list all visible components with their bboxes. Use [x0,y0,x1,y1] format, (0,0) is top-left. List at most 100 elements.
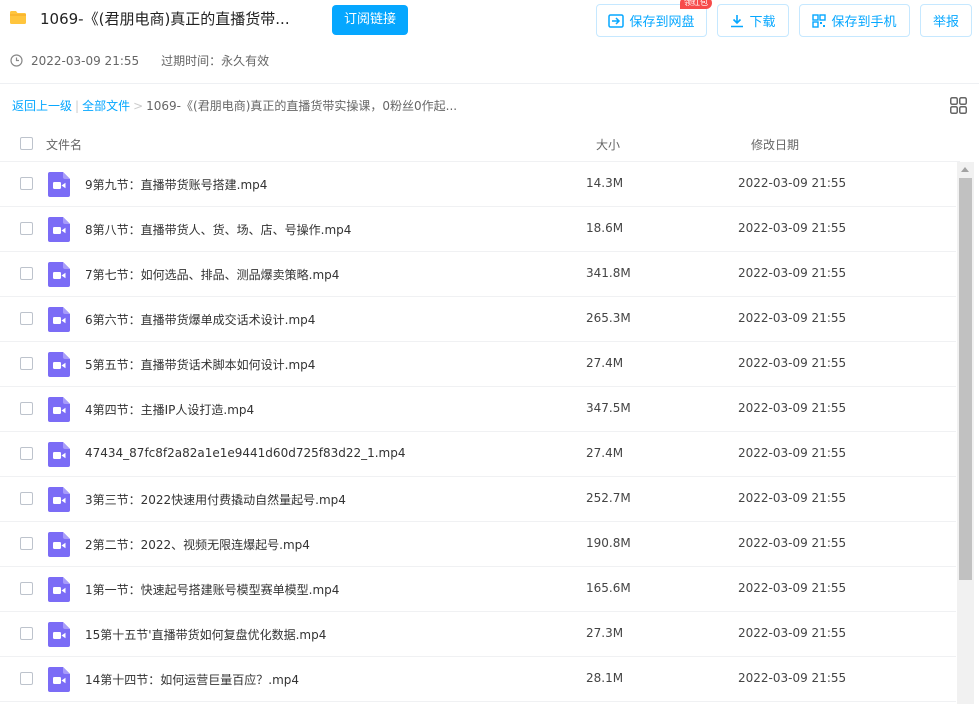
file-size: 27.4M [586,446,624,460]
file-row[interactable]: 47434_87fc8f2a82a1e1e9441d60d725f83d22_1… [0,432,956,477]
row-checkbox[interactable] [20,537,33,550]
file-name[interactable]: 47434_87fc8f2a82a1e1e9441d60d725f83d22_1… [85,446,406,460]
file-date: 2022-03-09 21:55 [738,536,847,550]
file-name[interactable]: 15第十五节'直播带货如何复盘优化数据.mp4 [85,626,326,643]
video-file-icon [48,487,70,512]
table-header: 文件名 大小 修改日期 [0,124,960,162]
column-size[interactable]: 大小 [596,136,620,153]
column-name[interactable]: 文件名 [46,136,82,153]
file-date: 2022-03-09 21:55 [738,356,847,370]
clock-icon [10,54,23,67]
save-to-phone-label: 保存到手机 [831,15,897,30]
row-checkbox[interactable] [20,447,33,460]
video-file-icon [48,262,70,287]
download-button[interactable]: 下载 [717,4,789,37]
subscribe-button[interactable]: 订阅链接 [332,5,408,35]
file-date: 2022-03-09 21:55 [738,221,847,235]
file-size: 14.3M [586,176,624,190]
video-file-icon [48,307,70,332]
row-checkbox[interactable] [20,582,33,595]
file-row[interactable]: 8第八节：直播带货人、货、场、店、号操作.mp4 18.6M 2022-03-09 … [0,207,956,252]
save-to-phone-button[interactable]: 保存到手机 [799,4,910,37]
file-row[interactable]: 14第十四节：如何运营巨量百应？.mp4 28.1M 2022-03-09 21:5… [0,657,956,702]
scroll-up-arrow-icon[interactable] [961,167,969,172]
file-date: 2022-03-09 21:55 [738,311,847,325]
video-file-icon [48,397,70,422]
download-icon [731,14,744,27]
file-date: 2022-03-09 21:55 [738,176,847,190]
file-size: 27.4M [586,356,624,370]
share-time: 2022-03-09 21:55 [31,53,140,68]
grid-view-icon[interactable] [950,97,967,114]
report-button[interactable]: 举报 [920,4,972,37]
scrollbar-thumb[interactable] [959,178,972,580]
file-name[interactable]: 8第八节：直播带货人、货、场、店、号操作.mp4 [85,221,351,238]
download-label: 下载 [749,15,776,30]
file-name[interactable]: 7第七节：如何选品、排品、测品爆卖策略.mp4 [85,266,339,283]
row-checkbox[interactable] [20,177,33,190]
expire-text: 过期时间：永久有效 [161,54,270,68]
video-file-icon [48,217,70,242]
breadcrumb-all-files[interactable]: 全部文件 [82,97,130,114]
file-date: 2022-03-09 21:55 [738,266,847,280]
file-name[interactable]: 9第九节：直播带货账号搭建.mp4 [85,176,267,193]
file-name[interactable]: 3第三节：2022快速用付费撬动自然量起号.mp4 [85,491,346,508]
file-size: 28.1M [586,671,624,685]
file-date: 2022-03-09 21:55 [738,626,847,640]
file-date: 2022-03-09 21:55 [738,581,847,595]
breadcrumb-divider: | [75,98,80,113]
row-checkbox[interactable] [20,357,33,370]
file-row[interactable]: 7第七节：如何选品、排品、测品爆卖策略.mp4 341.8M 2022-03-09 … [0,252,956,297]
file-row[interactable]: 9第九节：直播带货账号搭建.mp4 14.3M 2022-03-09 21:55 [0,162,956,207]
file-name[interactable]: 14第十四节：如何运营巨量百应？.mp4 [85,671,299,688]
file-name[interactable]: 1第一节：快速起号搭建账号模型赛单模型.mp4 [85,581,339,598]
file-size: 27.3M [586,626,624,640]
file-row[interactable]: 15第十五节'直播带货如何复盘优化数据.mp4 27.3M 2022-03-09 2… [0,612,956,657]
file-date: 2022-03-09 21:55 [738,671,847,685]
row-checkbox[interactable] [20,267,33,280]
breadcrumb-current: 1069-《(君朋电商)真正的直播货带实操课，0粉丝0作起... [146,99,458,113]
save-disk-icon [608,13,625,28]
share-title: 1069-《(君朋电商)真正的直播货带... [40,10,290,28]
file-row[interactable]: 3第三节：2022快速用付费撬动自然量起号.mp4 252.7M 2022-03-0… [0,477,956,522]
video-file-icon [48,442,70,467]
file-name[interactable]: 4第四节：主播IP人设打造.mp4 [85,401,254,418]
row-checkbox[interactable] [20,222,33,235]
file-date: 2022-03-09 21:55 [738,491,847,505]
video-file-icon [48,172,70,197]
file-size: 18.6M [586,221,624,235]
file-date: 2022-03-09 21:55 [738,401,847,415]
file-name[interactable]: 6第六节：直播带货爆单成交话术设计.mp4 [85,311,315,328]
file-row[interactable]: 5第五节：直播带货话术脚本如何设计.mp4 27.4M 2022-03-09 21:… [0,342,956,387]
video-file-icon [48,577,70,602]
row-checkbox[interactable] [20,402,33,415]
column-date[interactable]: 修改日期 [751,136,799,153]
file-name[interactable]: 5第五节：直播带货话术脚本如何设计.mp4 [85,356,315,373]
breadcrumb: 返回上一级 | 全部文件 > 1069-《(君朋电商)真正的直播货带实操课，0粉… [12,97,457,114]
file-row[interactable]: 1第一节：快速起号搭建账号模型赛单模型.mp4 165.6M 2022-03-09 … [0,567,956,612]
folder-icon [10,11,26,24]
video-file-icon [48,667,70,692]
file-size: 265.3M [586,311,631,325]
share-header: 1069-《(君朋电商)真正的直播货带... 订阅链接 保存到网盘 领红包 下载… [0,0,979,84]
save-to-disk-label: 保存到网盘 [629,15,695,30]
file-list: 9第九节：直播带货账号搭建.mp4 14.3M 2022-03-09 21:55 8第… [0,162,956,702]
file-size: 347.5M [586,401,631,415]
video-file-icon [48,622,70,647]
video-file-icon [48,532,70,557]
file-size: 341.8M [586,266,631,280]
row-checkbox[interactable] [20,492,33,505]
breadcrumb-chevron-icon: > [133,98,144,113]
file-row[interactable]: 4第四节：主播IP人设打造.mp4 347.5M 2022-03-09 21:55 [0,387,956,432]
qrcode-icon [812,13,827,28]
row-checkbox[interactable] [20,312,33,325]
row-checkbox[interactable] [20,627,33,640]
select-all-checkbox[interactable] [20,137,33,150]
file-name[interactable]: 2第二节：2022、视频无限连爆起号.mp4 [85,536,310,553]
breadcrumb-back[interactable]: 返回上一级 [12,97,72,114]
video-file-icon [48,352,70,377]
file-row[interactable]: 2第二节：2022、视频无限连爆起号.mp4 190.8M 2022-03-09 2… [0,522,956,567]
row-checkbox[interactable] [20,672,33,685]
file-size: 252.7M [586,491,631,505]
file-row[interactable]: 6第六节：直播带货爆单成交话术设计.mp4 265.3M 2022-03-09 21… [0,297,956,342]
